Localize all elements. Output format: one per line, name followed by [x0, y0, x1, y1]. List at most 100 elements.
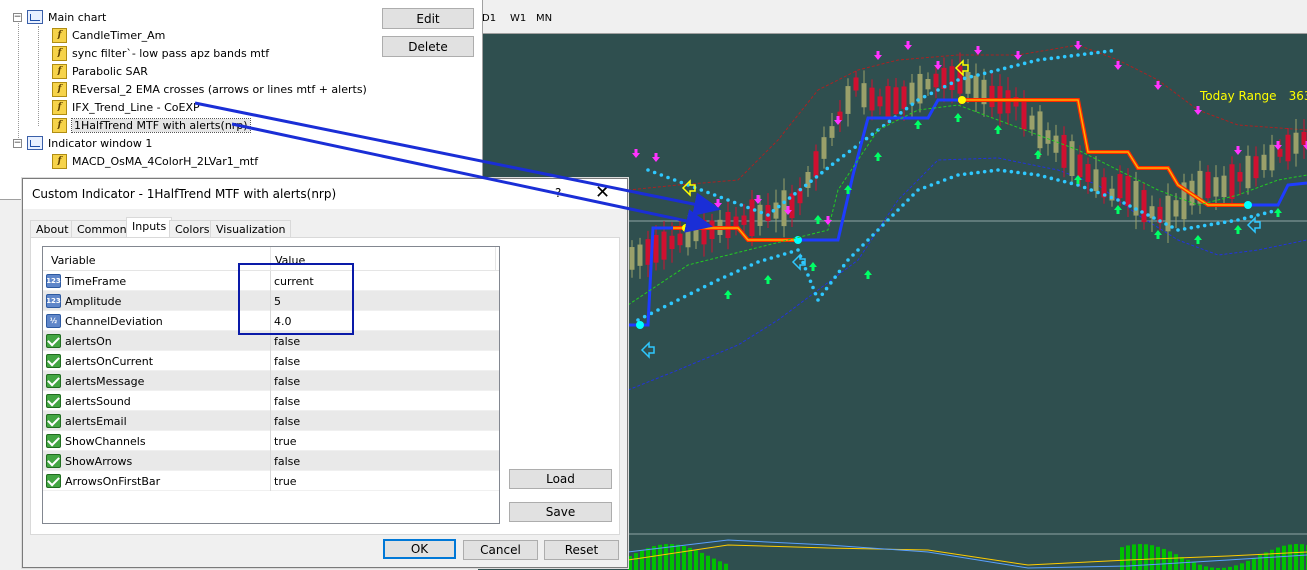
timeframe-w1[interactable]: W1 [510, 13, 526, 24]
candle-body [973, 75, 979, 99]
channel-dot [719, 195, 724, 200]
variable-name: TimeFrame [65, 275, 127, 288]
load-button[interactable]: Load [509, 469, 612, 489]
channel-dot [1170, 225, 1174, 229]
channel-dot [1229, 219, 1234, 223]
macd-histogram-bar [682, 546, 686, 570]
trend-change-dot [1244, 201, 1252, 209]
boolean-type-icon [46, 434, 61, 448]
custom-indicator-dialog: Custom Indicator - 1HalfTrend MTF with a… [22, 178, 628, 568]
candle-body [909, 82, 915, 105]
macd-histogram-bar [1246, 560, 1250, 570]
custom-indicator-icon: f [52, 27, 67, 43]
timeframe-d1[interactable]: D1 [482, 13, 496, 24]
table-row[interactable]: alertsSound false [43, 391, 499, 411]
macd-histogram-bar [706, 555, 710, 570]
channel-dot [876, 228, 880, 232]
tree-node-main-chart[interactable]: − Main chart [13, 8, 106, 26]
candle-body [901, 86, 907, 109]
channel-dot [866, 238, 870, 242]
channel-dot [871, 233, 875, 237]
channel-dot [829, 281, 833, 285]
variable-value[interactable]: false [274, 395, 300, 408]
channel-dot [1062, 54, 1067, 59]
reset-button[interactable]: Reset [544, 540, 619, 560]
channel-dot [1164, 222, 1168, 226]
tree-node-label: Main chart [48, 10, 107, 24]
candle-body [1085, 164, 1091, 182]
boolean-type-icon [46, 374, 61, 388]
tree-item-indicator-selected[interactable]: f 1HalfTrend MTF with alerts(nrp) [52, 116, 251, 134]
tree-item-indicator[interactable]: f CandleTimer_Am [52, 26, 165, 44]
table-row[interactable]: alertsEmail false [43, 411, 499, 431]
variable-value[interactable]: false [274, 375, 300, 388]
channel-dot [989, 69, 994, 74]
channel-dot [722, 275, 727, 279]
candle-body [1269, 144, 1275, 171]
dialog-title: Custom Indicator - 1HalfTrend MTF with a… [32, 187, 337, 201]
collapse-icon[interactable]: − [13, 138, 22, 148]
delete-button[interactable]: Delete [382, 36, 474, 57]
table-row[interactable]: ShowArrows false [43, 451, 499, 471]
tab-common[interactable]: Common [71, 220, 133, 238]
variable-value[interactable]: true [274, 435, 297, 448]
channel-dot [1042, 57, 1047, 61]
close-icon[interactable]: ✕ [595, 182, 610, 203]
channel-dot [689, 291, 694, 296]
variable-value[interactable]: false [274, 455, 300, 468]
channel-dot [853, 145, 857, 149]
variable-value[interactable]: false [274, 335, 300, 348]
tree-item-indicator[interactable]: f MACD_OsMA_4ColorH_2LVar1_mtf [52, 152, 258, 170]
table-row[interactable]: ArrowsOnFirstBar true [43, 471, 499, 491]
variable-name: alertsEmail [65, 415, 127, 428]
tab-visualization[interactable]: Visualization [210, 220, 292, 238]
channel-dot [1062, 179, 1067, 184]
cell-separator [270, 431, 271, 451]
column-variable[interactable]: Variable [51, 254, 96, 267]
variable-name: alertsMessage [65, 375, 145, 388]
help-button[interactable]: ? [555, 186, 561, 200]
candle-body [637, 244, 643, 266]
candle-body [1093, 169, 1099, 192]
tab-inputs[interactable]: Inputs [126, 217, 173, 239]
candle-body [1277, 148, 1283, 157]
candle-body [1141, 190, 1147, 223]
save-button[interactable]: Save [509, 502, 612, 522]
variable-value[interactable]: false [274, 415, 300, 428]
channel-dot [756, 260, 760, 264]
tree-item-indicator[interactable]: f sync filter`- low pass apz bands mtf [52, 44, 269, 62]
edit-button[interactable]: Edit [382, 8, 474, 29]
table-row[interactable]: alertsOnCurrent false [43, 351, 499, 371]
variable-value[interactable]: true [274, 475, 297, 488]
channel-dot [949, 81, 954, 86]
candle-body [877, 96, 883, 107]
tree-item-indicator[interactable]: f IFX_Trend_Line - CoEXP [52, 98, 200, 116]
dialog-titlebar: Custom Indicator - 1HalfTrend MTF with a… [23, 179, 627, 209]
cancel-button[interactable]: Cancel [463, 540, 538, 560]
macd-histogram-bar [1264, 552, 1268, 570]
ok-button[interactable]: OK [383, 539, 456, 559]
tree-node-indicator-window[interactable]: − Indicator window 1 [13, 134, 152, 152]
tree-item-indicator[interactable]: f REversal_2 EMA crosses (arrows or line… [52, 80, 367, 98]
channel-dot [830, 162, 835, 167]
tree-item-indicator[interactable]: f Parabolic SAR [52, 62, 148, 80]
macd-histogram-bar [1192, 562, 1196, 570]
channel-dot [910, 102, 915, 107]
boolean-type-icon [46, 414, 61, 428]
table-row[interactable]: alertsMessage false [43, 371, 499, 391]
tab-about[interactable]: About [30, 220, 75, 238]
cell-separator [270, 451, 271, 471]
channel-dot [1222, 220, 1227, 225]
timeframe-mn[interactable]: MN [536, 13, 552, 24]
candle-body [1045, 130, 1051, 144]
channel-dot [911, 193, 915, 197]
channel-dot [841, 153, 846, 158]
tab-colors[interactable]: Colors [169, 220, 216, 238]
custom-indicator-icon: f [52, 153, 67, 169]
channel-dot [861, 243, 865, 247]
table-row[interactable]: ShowChannels true [43, 431, 499, 451]
boolean-type-icon [46, 354, 61, 368]
collapse-icon[interactable]: − [13, 12, 22, 22]
channel-dot [676, 298, 680, 302]
variable-value[interactable]: false [274, 355, 300, 368]
